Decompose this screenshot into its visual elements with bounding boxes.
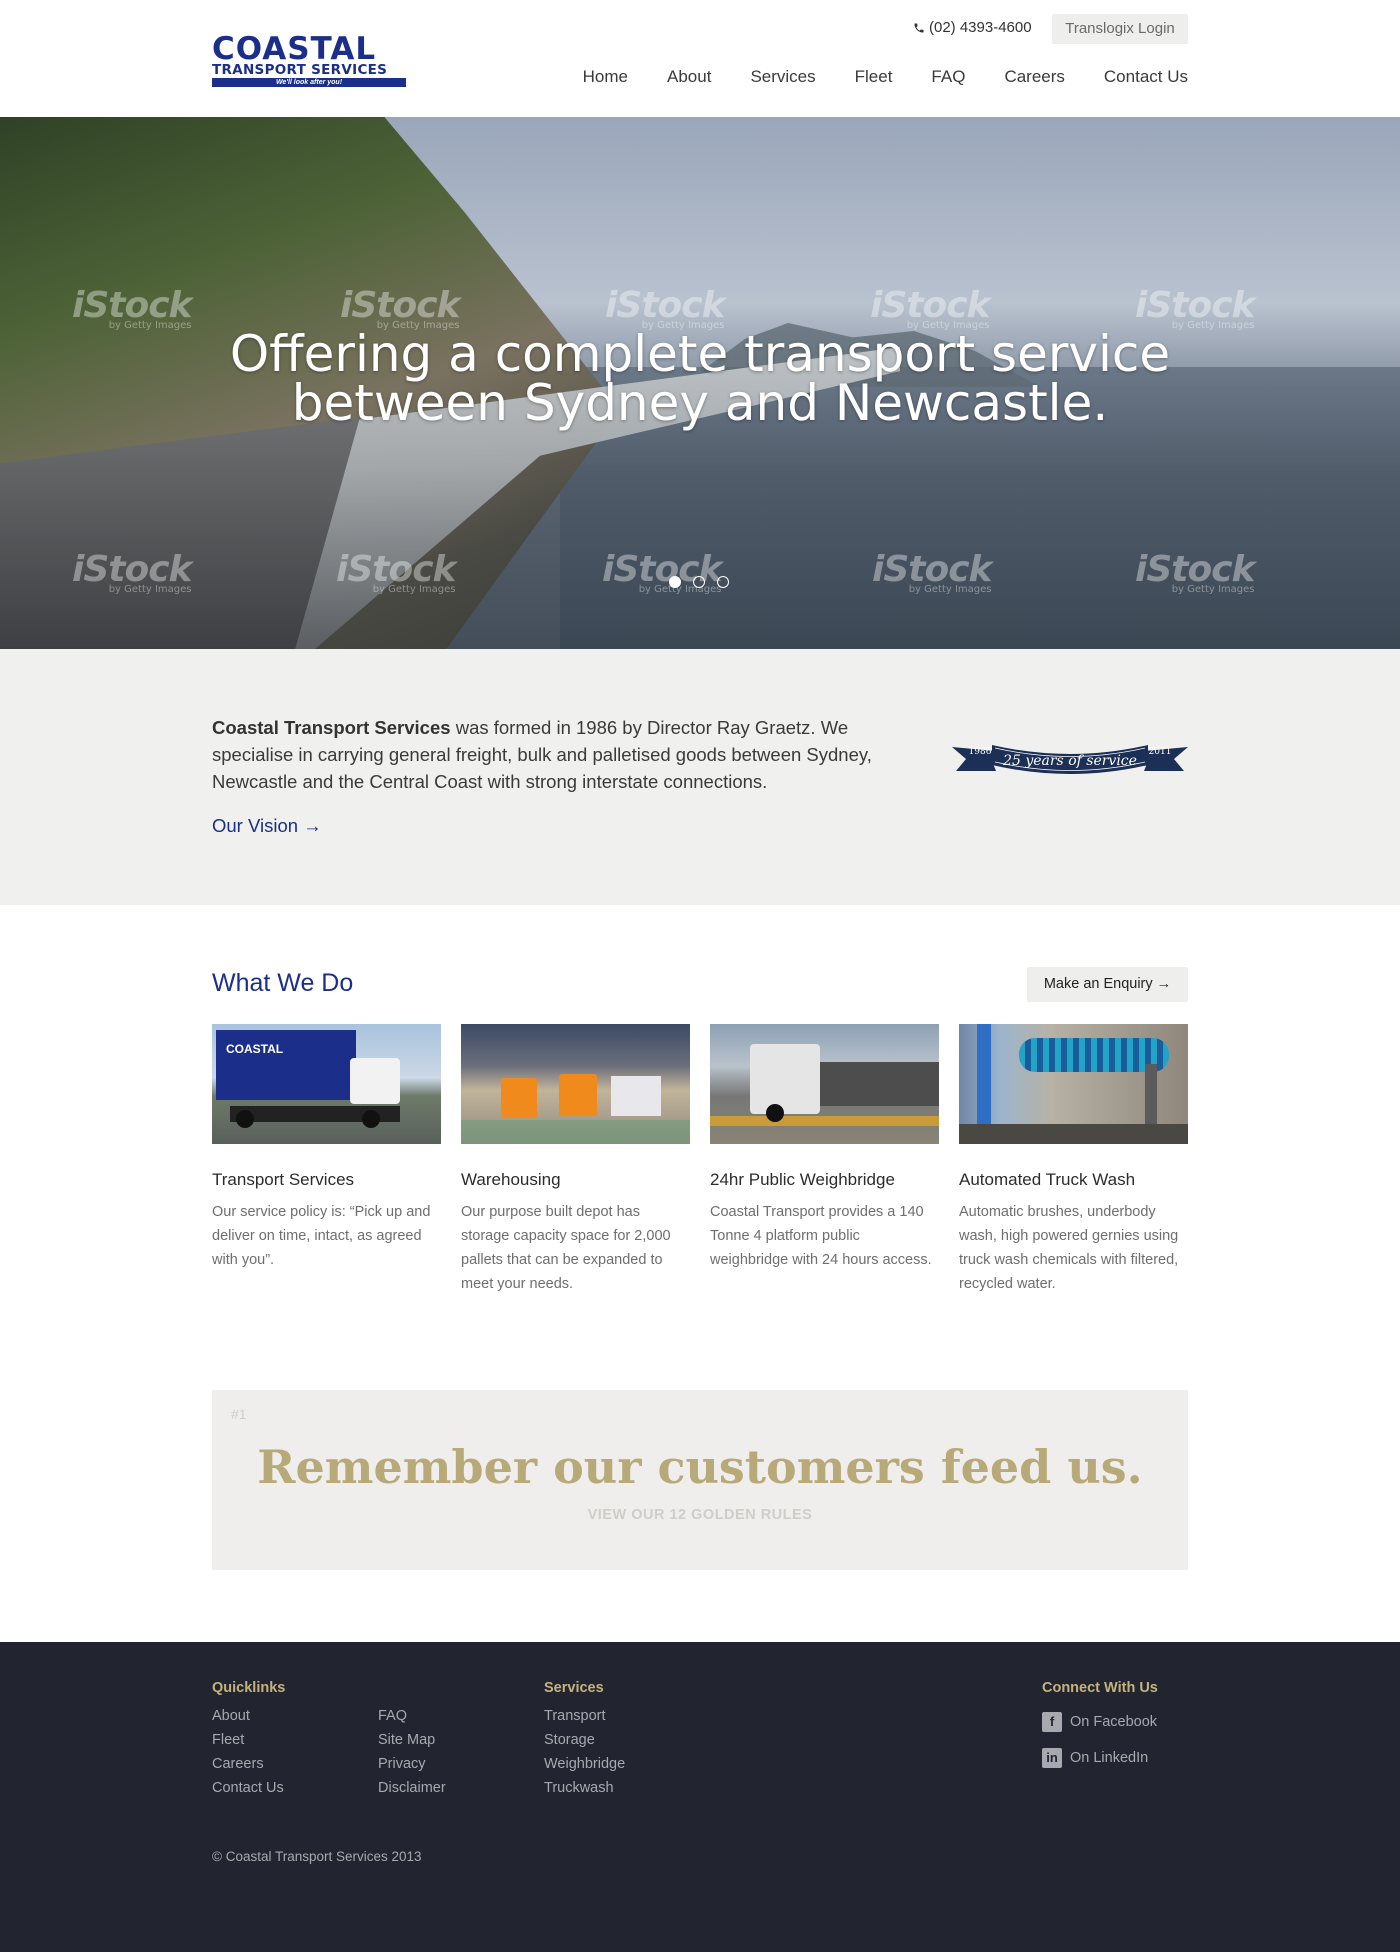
hero-headline-line2: between Sydney and Newcastle. (291, 374, 1109, 432)
footer-link-transport[interactable]: Transport (544, 1704, 625, 1728)
logo-subtitle: TRANSPORT SERVICES (212, 62, 388, 78)
service-card-weighbridge[interactable]: 24hr Public Weighbridge Coastal Transpor… (710, 1024, 939, 1296)
service-description: Automatic brushes, underbody wash, high … (959, 1204, 1179, 1292)
service-description: Coastal Transport provides a 140 Tonne 4… (710, 1204, 932, 1268)
facebook-label: On Facebook (1070, 1714, 1158, 1730)
golden-rules-banner: #1 Remember our customers feed us. VIEW … (212, 1390, 1188, 1570)
footer-link-contact-us[interactable]: Contact Us (212, 1776, 285, 1800)
badge-year-left: 1986 (969, 747, 992, 757)
footer-link-about[interactable]: About (212, 1704, 285, 1728)
main-nav: Home About Services Fleet FAQ Careers Co… (544, 67, 1188, 87)
watermark: iStock by Getty Images (602, 549, 722, 595)
watermark: iStock by Getty Images (872, 549, 992, 595)
rule-number: #1 (231, 1406, 247, 1422)
make-enquiry-button[interactable]: Make an Enquiry → (1027, 967, 1188, 1002)
footer-link-weighbridge[interactable]: Weighbridge (544, 1752, 625, 1776)
slide-dot-2[interactable] (693, 576, 705, 588)
phone-text: (02) 4393-4600 (929, 19, 1032, 36)
nav-home[interactable]: Home (583, 67, 628, 87)
service-title: Warehousing (461, 1170, 561, 1189)
linkedin-label: On LinkedIn (1070, 1750, 1149, 1766)
service-card-transport[interactable]: COASTAL Transport Services Our service p… (212, 1024, 441, 1296)
quicklinks-heading: Quicklinks (212, 1680, 286, 1696)
footer-link-careers[interactable]: Careers (212, 1752, 285, 1776)
25-years-badge: 1986 2011 25 years of service (952, 745, 1188, 774)
logo-wordmark: COASTAL (212, 31, 377, 67)
footer-link-truckwash[interactable]: Truckwash (544, 1776, 625, 1800)
weighbridge-image (710, 1024, 939, 1144)
quicklinks-col-2: FAQ Site Map Privacy Disclaimer (378, 1680, 446, 1800)
watermark: iStock by Getty Images (1135, 549, 1255, 595)
service-card-warehousing[interactable]: Warehousing Our purpose built depot has … (461, 1024, 690, 1296)
footer-link-faq[interactable]: FAQ (378, 1704, 446, 1728)
footer-link-privacy[interactable]: Privacy (378, 1752, 446, 1776)
services-heading: Services (544, 1680, 604, 1696)
badge-year-right: 2011 (1149, 747, 1172, 757)
service-card-truckwash[interactable]: Automated Truck Wash Automatic brushes, … (959, 1024, 1188, 1296)
service-title: 24hr Public Weighbridge (710, 1170, 895, 1189)
our-vision-link[interactable]: Our Vision → (212, 815, 322, 837)
rule-quote: Remember our customers feed us. (257, 1440, 1143, 1494)
service-description: Our purpose built depot has storage capa… (461, 1204, 671, 1292)
service-description: Our service policy is: “Pick up and deli… (212, 1204, 431, 1268)
coastal-logo[interactable]: COASTAL TRANSPORT SERVICES We'll look af… (212, 31, 406, 87)
quicklinks-col-1: Quicklinks About Fleet Careers Contact U… (212, 1680, 285, 1800)
truck-image: COASTAL (212, 1024, 441, 1144)
linkedin-icon: in (1042, 1748, 1062, 1768)
service-title: Transport Services (212, 1170, 355, 1189)
copyright: © Coastal Transport Services 2013 (212, 1849, 422, 1864)
footer-link-disclaimer[interactable]: Disclaimer (378, 1776, 446, 1800)
site-header: COASTAL TRANSPORT SERVICES We'll look af… (0, 0, 1400, 117)
nav-careers[interactable]: Careers (1004, 67, 1064, 87)
linkedin-link[interactable]: in On LinkedIn (1042, 1740, 1158, 1776)
connect-col: Connect With Us f On Facebook in On Link… (1042, 1680, 1158, 1776)
slide-dot-3[interactable] (717, 576, 729, 588)
facebook-icon: f (1042, 1712, 1062, 1732)
about-section: Coastal Transport Services was formed in… (0, 649, 1400, 905)
nav-faq[interactable]: FAQ (931, 67, 965, 87)
badge-caption: 25 years of service (1002, 753, 1137, 769)
slider-dots (669, 576, 729, 588)
services-cards: COASTAL Transport Services Our service p… (212, 1024, 1188, 1296)
service-title: Automated Truck Wash (959, 1170, 1136, 1189)
footer-link-site-map[interactable]: Site Map (378, 1728, 446, 1752)
company-name: Coastal Transport Services (212, 717, 451, 738)
facebook-link[interactable]: f On Facebook (1042, 1704, 1158, 1740)
watermark: iStock by Getty Images (72, 285, 192, 331)
warehouse-image (461, 1024, 690, 1144)
watermark: iStock by Getty Images (336, 549, 456, 595)
nav-services[interactable]: Services (750, 67, 815, 87)
truckwash-image (959, 1024, 1188, 1144)
hero-headline: Offering a complete transport service be… (0, 325, 1400, 432)
translogix-login-button[interactable]: Translogix Login (1052, 14, 1188, 44)
about-text: Coastal Transport Services was formed in… (212, 714, 924, 795)
nav-fleet[interactable]: Fleet (855, 67, 893, 87)
slide-dot-1[interactable] (669, 576, 681, 588)
footer-link-storage[interactable]: Storage (544, 1728, 625, 1752)
services-col: Services Transport Storage Weighbridge T… (544, 1680, 625, 1800)
view-golden-rules-link[interactable]: VIEW OUR 12 GOLDEN RULES (212, 1507, 1188, 1523)
site-footer: Quicklinks About Fleet Careers Contact U… (0, 1642, 1400, 1952)
hero-headline-line1: Offering a complete transport service (229, 325, 1171, 383)
nav-about[interactable]: About (667, 67, 711, 87)
connect-heading: Connect With Us (1042, 1680, 1158, 1696)
watermark: iStock by Getty Images (72, 549, 192, 595)
footer-link-fleet[interactable]: Fleet (212, 1728, 285, 1752)
phone-number[interactable]: (02) 4393-4600 (913, 19, 1032, 36)
logo-tagline: We'll look after you! (212, 78, 406, 87)
phone-icon (914, 23, 924, 32)
what-we-do-title: What We Do (212, 969, 354, 997)
nav-contact-us[interactable]: Contact Us (1104, 67, 1188, 87)
